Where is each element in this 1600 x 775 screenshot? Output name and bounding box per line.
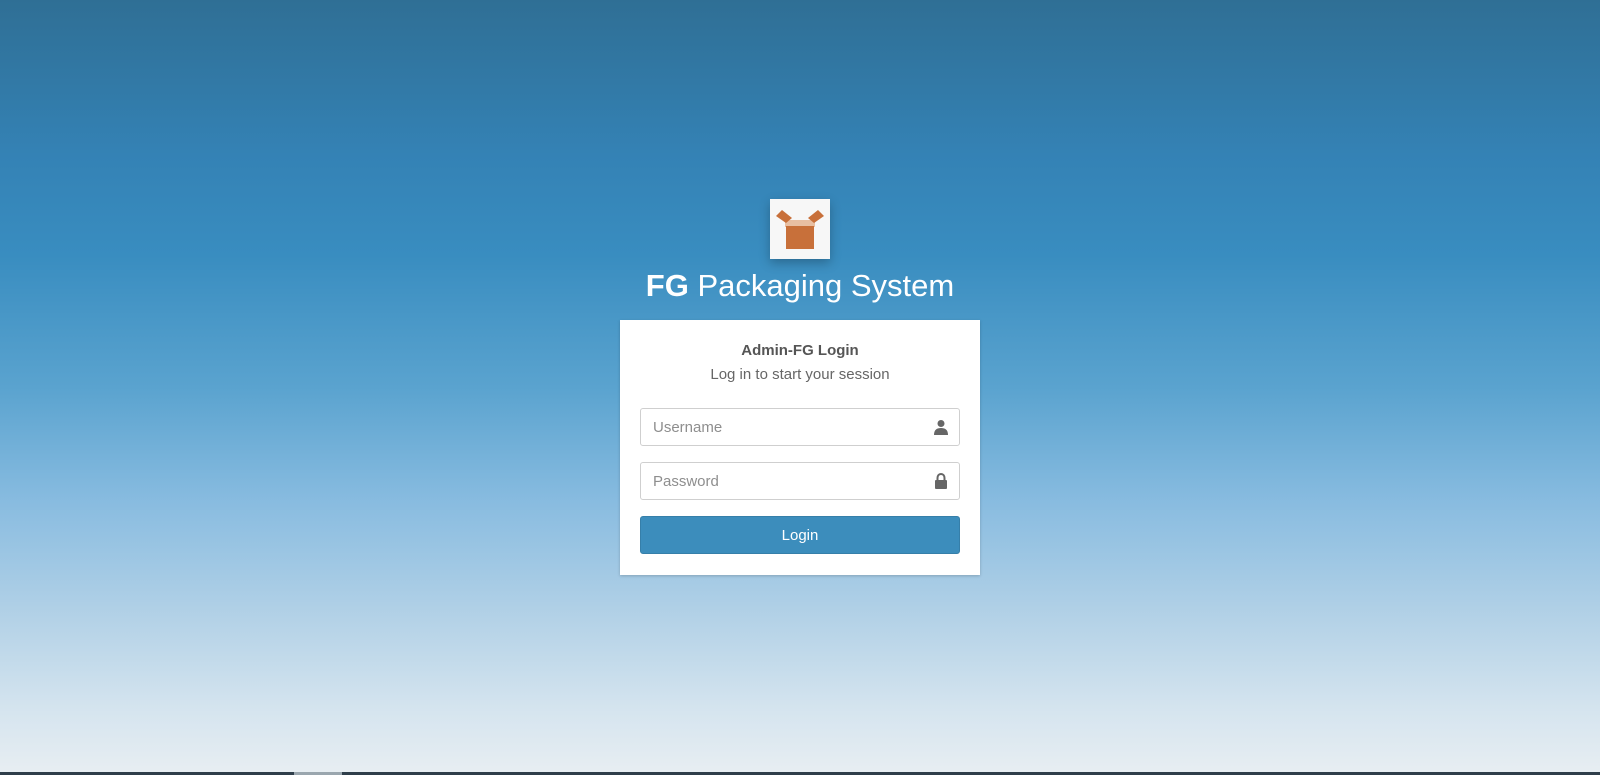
username-input[interactable] [641, 409, 921, 445]
brand-title-bold: FG [645, 268, 689, 303]
brand-title: FG Packaging System [550, 264, 1050, 308]
login-card-subtitle: Log in to start your session [710, 366, 890, 383]
brand-title-rest: Packaging System [688, 268, 955, 303]
login-card: Admin-FG Login Log in to start your sess… [620, 320, 980, 575]
open-box-icon [776, 210, 824, 249]
password-field[interactable] [640, 462, 960, 500]
brand-logo [770, 199, 830, 259]
username-field[interactable] [640, 408, 960, 446]
lock-icon [933, 472, 949, 489]
login-card-title: Admin-FG Login [741, 342, 859, 359]
password-input[interactable] [641, 463, 921, 499]
login-button[interactable]: Login [640, 516, 960, 554]
user-icon [933, 419, 949, 435]
